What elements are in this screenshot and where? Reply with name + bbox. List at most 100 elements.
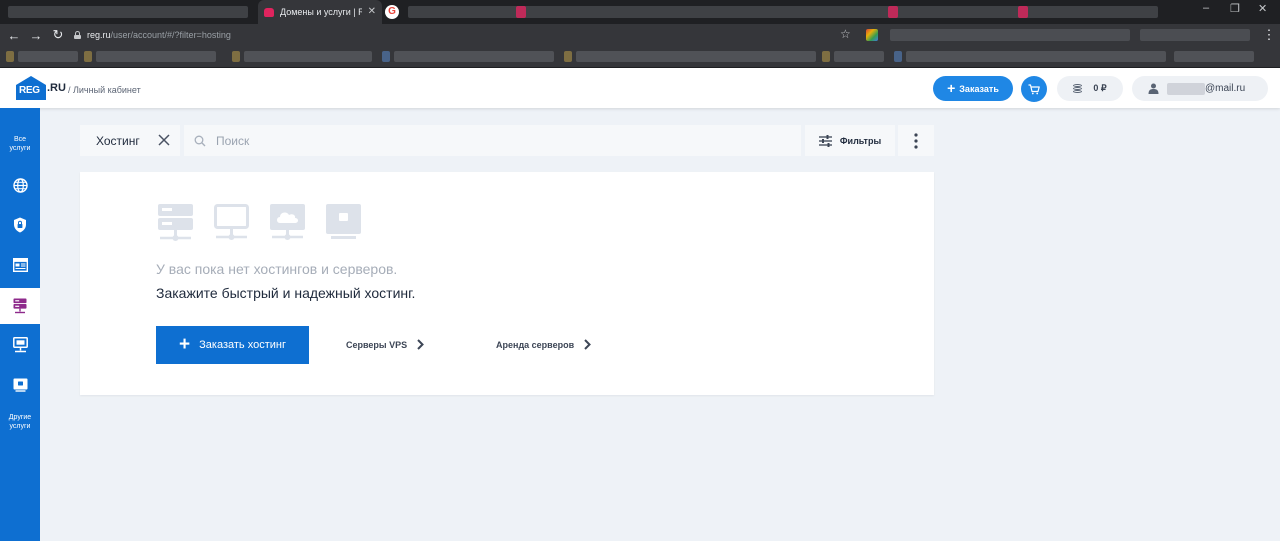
logo-suffix: .RU	[47, 82, 66, 94]
cart-button[interactable]	[1021, 76, 1047, 102]
url-path: /user/account/#/?filter=hosting	[110, 30, 231, 40]
user-icon	[1148, 83, 1159, 94]
shield-icon	[14, 217, 26, 233]
blurred-bookmark[interactable]	[96, 51, 216, 62]
sidebar-item-ssl[interactable]	[0, 212, 40, 238]
sidebar-item-hosting[interactable]	[0, 288, 40, 324]
cloud-server-illustration-icon	[270, 204, 305, 240]
dedicated-server-icon	[13, 378, 27, 392]
vps-icon	[12, 337, 28, 353]
website-builder-icon	[12, 258, 28, 272]
order-button[interactable]: + Заказать	[933, 76, 1013, 101]
search-box	[184, 125, 801, 156]
site-header: REG .RU / Личный кабинет + Заказать 0 ₽ …	[0, 68, 1280, 108]
reg-favicon-icon	[264, 7, 274, 17]
kebab-menu-icon	[914, 132, 918, 149]
minimize-icon[interactable]: –	[1203, 2, 1209, 14]
server-rental-link-label: Аренда серверов	[496, 339, 575, 350]
sidebar-item-dedicated[interactable]	[0, 372, 40, 398]
search-icon	[194, 135, 206, 146]
folder-icon[interactable]	[84, 51, 92, 62]
plus-icon: +	[947, 80, 956, 96]
hosting-icon	[13, 298, 27, 314]
sliders-icon	[818, 134, 832, 147]
blurred-bookmark[interactable]	[576, 51, 816, 62]
restore-icon[interactable]: ❐	[1230, 2, 1240, 15]
vps-servers-link-label: Серверы VPS	[346, 339, 408, 350]
blurred-username	[1167, 82, 1205, 95]
blurred-bookmark[interactable]	[906, 51, 1166, 62]
close-window-icon[interactable]: ✕	[1258, 2, 1267, 15]
blurred-bookmark[interactable]	[244, 51, 372, 62]
folder-icon[interactable]	[232, 51, 240, 62]
blurred-favicon	[1018, 6, 1028, 18]
empty-state-illustration	[158, 204, 361, 242]
services-sidebar: Все услуги Другие услуги	[0, 108, 40, 541]
empty-state-title: У вас пока нет хостингов и серверов.	[156, 261, 398, 277]
filters-button[interactable]: Фильтры	[805, 125, 895, 156]
browser-toolbar: ← → ↻ reg.ru/user/account/#/?filter=host…	[0, 24, 1280, 46]
more-options-button[interactable]	[898, 125, 934, 156]
browser-tab-strip: Домены и услуги | REG ✕ G – ❐ ✕	[0, 0, 1280, 24]
order-button-label: Заказать	[959, 83, 999, 94]
sidebar-item-domains[interactable]	[0, 172, 40, 198]
globe-icon	[12, 177, 28, 193]
cart-icon	[1028, 83, 1040, 94]
sidebar-item-site-builder[interactable]	[0, 252, 40, 278]
sidebar-item-all-services[interactable]: Все услуги	[0, 134, 40, 156]
logo-house-icon: REG	[16, 76, 46, 100]
server-rental-link[interactable]: Аренда серверов	[496, 339, 592, 350]
sidebar-item-vps[interactable]	[0, 332, 40, 358]
folder-icon[interactable]	[6, 51, 14, 62]
search-input[interactable]	[216, 133, 776, 148]
blurred-favicon	[516, 6, 526, 18]
close-tab-icon[interactable]: ✕	[368, 7, 376, 17]
dedicated-server-illustration-icon	[326, 204, 361, 239]
filters-button-label: Фильтры	[839, 135, 882, 146]
sidebar-item-other-services[interactable]: Другие услуги	[0, 412, 40, 434]
balance-button[interactable]: 0 ₽	[1057, 76, 1123, 101]
order-hosting-button[interactable]: + Заказать хостинг	[156, 326, 309, 364]
blurred-bookmark[interactable]	[1174, 51, 1254, 62]
reg-logo[interactable]: REG .RU	[16, 76, 66, 100]
blurred-favicon	[888, 6, 898, 18]
back-icon[interactable]: ←	[3, 24, 25, 46]
blurred-bookmark[interactable]	[394, 51, 554, 62]
user-menu-button[interactable]: @mail.ru	[1132, 76, 1268, 101]
bookmark-star-icon[interactable]: ☆	[840, 27, 851, 41]
extension-icon[interactable]	[866, 29, 878, 41]
user-email-suffix: @mail.ru	[1205, 83, 1246, 94]
blurred-extensions	[1140, 29, 1250, 41]
bookmark-icon[interactable]	[382, 51, 390, 62]
folder-icon[interactable]	[564, 51, 572, 62]
active-filter-label: Хостинг	[96, 133, 140, 148]
order-hosting-button-label: Заказать хостинг	[199, 339, 286, 351]
coins-icon	[1073, 83, 1085, 94]
logo-text: REG	[19, 85, 40, 96]
remove-filter-icon[interactable]	[157, 133, 171, 147]
empty-state-card: У вас пока нет хостингов и серверов. Зак…	[80, 172, 934, 395]
url-host: reg.ru	[87, 30, 111, 40]
browser-tab-active[interactable]: Домены и услуги | REG ✕	[258, 0, 382, 24]
empty-state-subtitle: Закажите быстрый и надежный хостинг.	[156, 285, 416, 301]
vps-illustration-icon	[214, 204, 249, 240]
folder-icon[interactable]	[822, 51, 830, 62]
bookmarks-bar	[0, 46, 1280, 68]
bookmark-icon[interactable]	[894, 51, 902, 62]
blurred-bookmark[interactable]	[834, 51, 884, 62]
vps-servers-link[interactable]: Серверы VPS	[346, 339, 425, 350]
forward-icon[interactable]: →	[25, 24, 47, 46]
address-bar[interactable]: reg.ru/user/account/#/?filter=hosting	[74, 27, 860, 43]
shared-hosting-illustration-icon	[158, 204, 193, 241]
google-tab-icon[interactable]: G	[385, 5, 399, 19]
reload-icon[interactable]: ↻	[47, 24, 69, 46]
plus-icon: +	[179, 333, 191, 355]
lock-icon	[74, 31, 81, 39]
blurred-bookmark[interactable]	[18, 51, 78, 62]
tab-title: Домены и услуги | REG	[280, 7, 362, 17]
browser-menu-icon[interactable]: ⋮	[1258, 24, 1280, 46]
chevron-right-icon	[417, 339, 425, 350]
balance-value: 0 ₽	[1093, 83, 1107, 93]
active-filter-chip: Хостинг	[80, 125, 180, 156]
breadcrumb: / Личный кабинет	[68, 85, 141, 95]
